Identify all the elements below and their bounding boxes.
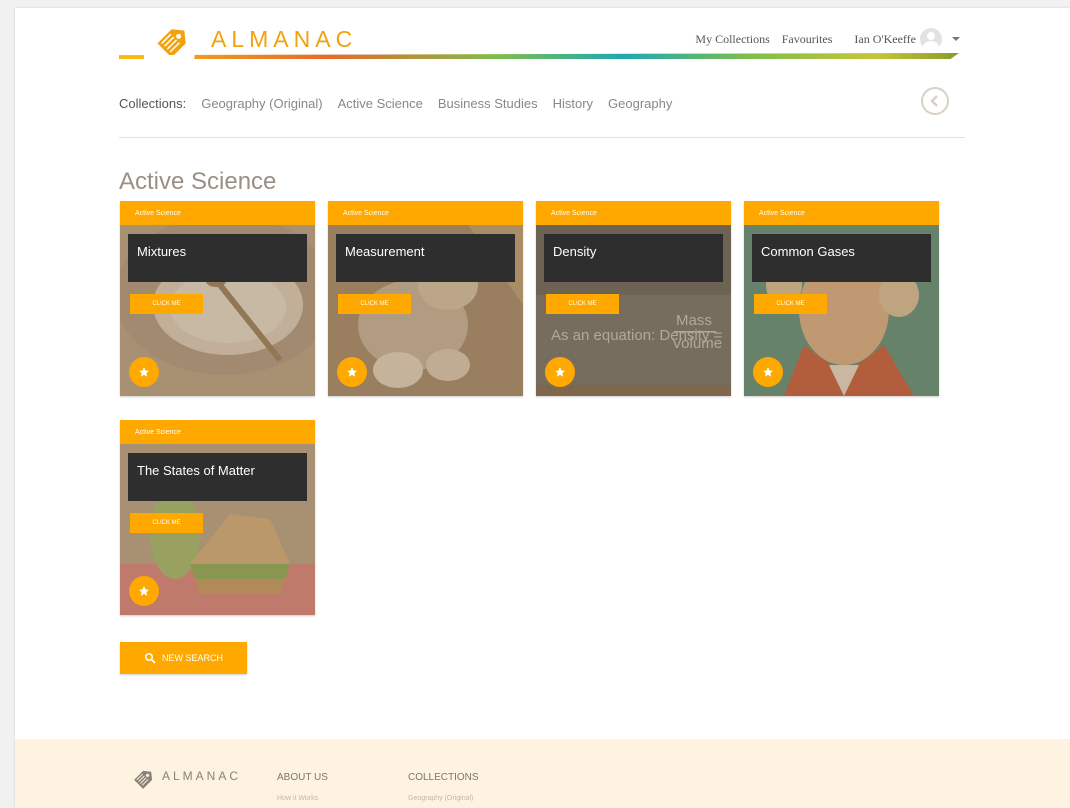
section-title: Active Science: [119, 168, 277, 195]
user-avatar-icon: [920, 28, 942, 50]
top-nav: My Collections Favourites Ian O'Keeffe: [695, 28, 960, 50]
click-me-button[interactable]: CLICK ME: [754, 294, 827, 314]
card-title: Mixtures: [128, 234, 307, 282]
card-tag: Active Science: [536, 201, 731, 225]
footer: ALMANAC ABOUT US How it Works COLLECTION…: [15, 739, 1070, 808]
collection-link-geography[interactable]: Geography: [608, 96, 672, 111]
card-common-gases[interactable]: Active Science Common Gases CLICK ME: [744, 201, 939, 396]
favourite-button[interactable]: [545, 357, 575, 387]
star-icon: [139, 586, 149, 596]
collections-divider: [119, 137, 965, 138]
collection-link-business-studies[interactable]: Business Studies: [438, 96, 538, 111]
my-collections-link[interactable]: My Collections: [695, 32, 769, 47]
click-me-button[interactable]: CLICK ME: [130, 513, 203, 533]
favourite-button[interactable]: [129, 357, 159, 387]
click-me-button[interactable]: CLICK ME: [546, 294, 619, 314]
footer-logo-text: ALMANAC: [162, 769, 242, 783]
footer-collection-link[interactable]: Geography (Original): [408, 795, 479, 802]
card-density[interactable]: Active Science As an equation: Density =…: [536, 201, 731, 396]
card-tag: Active Science: [744, 201, 939, 225]
card-tag: Active Science: [120, 420, 315, 444]
favourites-link[interactable]: Favourites: [782, 32, 833, 47]
new-search-button[interactable]: NEW SEARCH: [120, 642, 247, 674]
star-icon: [347, 367, 357, 377]
star-icon: [139, 367, 149, 377]
card-title: The States of Matter: [128, 453, 307, 501]
footer-collections-column: COLLECTIONS Geography (Original): [408, 772, 479, 802]
click-me-button[interactable]: CLICK ME: [338, 294, 411, 314]
card-title: Measurement: [336, 234, 515, 282]
page: ALMANAC My Collections Favourites Ian O'…: [15, 8, 1070, 808]
collections-label: Collections:: [119, 96, 187, 111]
card-states-of-matter[interactable]: Active Science The States of Matter CLIC…: [120, 420, 315, 615]
card-tag: Active Science: [120, 201, 315, 225]
favourite-button[interactable]: [753, 357, 783, 387]
card-measurement[interactable]: Active Science Measurement CLICK ME: [328, 201, 523, 396]
footer-logo-icon[interactable]: [130, 765, 158, 793]
card-tag: Active Science: [328, 201, 523, 225]
search-icon: [144, 653, 156, 664]
card-mixtures[interactable]: Active Science Mixtures CLICK ME: [120, 201, 315, 396]
user-name: Ian O'Keeffe: [854, 31, 916, 46]
click-me-button[interactable]: CLICK ME: [130, 294, 203, 314]
star-icon: [555, 367, 565, 377]
chevron-left-icon: [930, 95, 938, 107]
card-title: Density: [544, 234, 723, 282]
collection-link-geography-original[interactable]: Geography (Original): [201, 96, 322, 111]
collections-bar: Collections: Geography (Original) Active…: [119, 96, 672, 111]
footer-how-it-works-link[interactable]: How it Works: [277, 795, 328, 802]
card-title: Common Gases: [752, 234, 931, 282]
caret-down-icon[interactable]: [952, 37, 960, 41]
footer-about-column: ABOUT US How it Works: [277, 772, 328, 802]
favourite-button[interactable]: [129, 576, 159, 606]
logo-text: ALMANAC: [211, 26, 358, 52]
footer-about-heading: ABOUT US: [277, 772, 328, 783]
new-search-label: NEW SEARCH: [161, 653, 223, 663]
user-menu[interactable]: Ian O'Keeffe: [854, 28, 960, 50]
collection-link-active-science[interactable]: Active Science: [338, 96, 423, 111]
footer-collections-heading: COLLECTIONS: [408, 772, 479, 783]
favourite-button[interactable]: [337, 357, 367, 387]
star-icon: [763, 367, 773, 377]
back-button[interactable]: [921, 87, 949, 115]
collection-link-history[interactable]: History: [553, 96, 593, 111]
